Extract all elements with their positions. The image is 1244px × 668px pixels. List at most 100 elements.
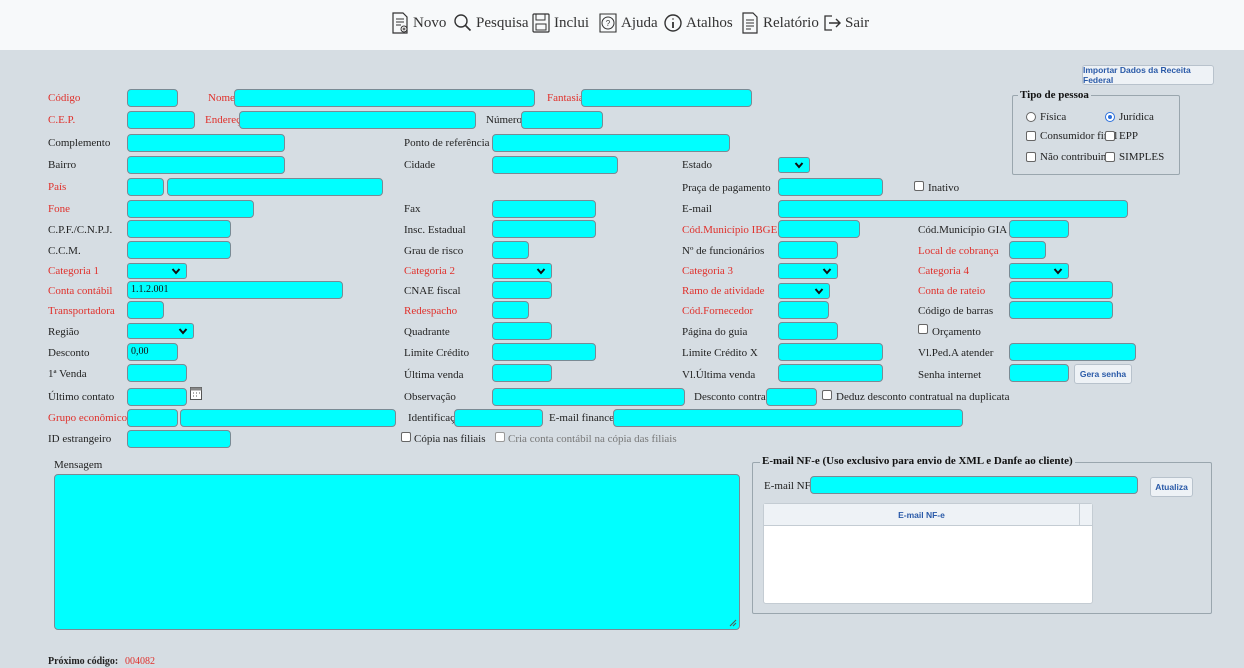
fantasia-input[interactable] — [581, 89, 752, 107]
limite-credito-x-input[interactable] — [778, 343, 883, 361]
chevron-down-icon — [1053, 268, 1063, 275]
resize-handle-icon[interactable] — [729, 619, 737, 627]
n-funcionarios-input[interactable] — [778, 241, 838, 259]
atualiza-button[interactable]: Atualiza — [1150, 477, 1193, 497]
radio-juridica[interactable] — [1105, 112, 1115, 122]
grupo-economico-code-input[interactable] — [127, 409, 178, 427]
identificacao-input[interactable] — [454, 409, 543, 427]
cidade-input[interactable] — [492, 156, 618, 174]
complemento-input[interactable] — [127, 134, 285, 152]
pagina-guia-input[interactable] — [778, 322, 838, 340]
conta-rateio-input[interactable] — [1009, 281, 1113, 299]
cep-input[interactable] — [127, 111, 195, 129]
praca-pagamento-input[interactable] — [778, 178, 883, 196]
simples-checkbox[interactable] — [1105, 152, 1115, 162]
nao-contribuinte-checkbox[interactable] — [1026, 152, 1036, 162]
consumidor-final-checkbox[interactable] — [1026, 131, 1036, 141]
desconto-contratual-input[interactable] — [766, 388, 817, 406]
fone-input[interactable] — [127, 200, 254, 218]
transportadora-input[interactable] — [127, 301, 164, 319]
pais-name-input[interactable] — [167, 178, 383, 196]
grupo-economico-label: Grupo econômico — [48, 412, 128, 424]
cria-conta-contabil-checkbox[interactable] — [495, 432, 505, 442]
fone-label: Fone — [48, 203, 70, 215]
vl-ped-atender-input[interactable] — [1009, 343, 1136, 361]
epp-checkbox[interactable] — [1105, 131, 1115, 141]
ponto-referencia-input[interactable] — [492, 134, 730, 152]
grau-risco-input[interactable] — [492, 241, 529, 259]
pesquisa-button[interactable]: Pesquisa — [453, 10, 529, 36]
inativo-checkbox[interactable] — [914, 181, 924, 191]
inclui-button[interactable]: Inclui — [531, 10, 589, 36]
copia-filiais-checkbox[interactable] — [401, 432, 411, 442]
desconto-input[interactable]: 0,00 — [127, 343, 178, 361]
categoria3-select[interactable] — [778, 263, 838, 279]
help-icon: ? — [599, 13, 617, 33]
numero-input[interactable] — [521, 111, 603, 129]
local-cobranca-input[interactable] — [1009, 241, 1046, 259]
categoria4-select[interactable] — [1009, 263, 1069, 279]
gera-senha-button[interactable]: Gera senha — [1074, 364, 1132, 384]
primeira-venda-label: 1ª Venda — [48, 368, 87, 380]
pagina-guia-label: Página do guia — [682, 326, 748, 338]
categoria2-select[interactable] — [492, 263, 552, 279]
limite-credito-input[interactable] — [492, 343, 596, 361]
email-financeiro-input[interactable] — [613, 409, 963, 427]
email-input[interactable] — [778, 200, 1128, 218]
import-receita-button[interactable]: Importar Dados da Receita Federal — [1082, 65, 1214, 85]
cod-municipio-ibge-input[interactable] — [778, 220, 860, 238]
atalhos-button[interactable]: Atalhos — [663, 10, 733, 36]
grupo-economico-name-input[interactable] — [180, 409, 396, 427]
email-nfe-column-header[interactable]: E-mail NF-e — [764, 504, 1080, 526]
categoria3-label: Categoria 3 — [682, 265, 734, 277]
chevron-down-icon — [814, 288, 824, 295]
categoria1-select[interactable] — [127, 263, 187, 279]
juridica-label: Jurídica — [1119, 111, 1154, 123]
ccm-input[interactable] — [127, 241, 231, 259]
report-icon — [742, 12, 758, 34]
ajuda-label: Ajuda — [621, 14, 658, 31]
sair-button[interactable]: Sair — [822, 10, 869, 36]
fax-label: Fax — [404, 203, 421, 215]
senha-internet-input[interactable] — [1009, 364, 1069, 382]
conta-contabil-label: Conta contábil — [48, 285, 113, 297]
novo-button[interactable]: Novo — [390, 10, 446, 36]
orcamento-checkbox[interactable] — [918, 324, 928, 334]
mensagem-textarea[interactable] — [54, 474, 740, 630]
calendar-icon[interactable] — [190, 386, 202, 400]
ultima-venda-input[interactable] — [492, 364, 552, 382]
chevron-down-icon — [178, 328, 188, 335]
ajuda-button[interactable]: ? Ajuda — [598, 10, 658, 36]
email-nfe-input[interactable] — [810, 476, 1138, 494]
ramo-atividade-select[interactable] — [778, 283, 830, 299]
deduz-desconto-checkbox[interactable] — [822, 390, 832, 400]
id-estrangeiro-input[interactable] — [127, 430, 231, 448]
fax-input[interactable] — [492, 200, 596, 218]
estado-select[interactable] — [778, 157, 810, 173]
ponto-referencia-label: Ponto de referência — [404, 137, 490, 149]
pais-code-input[interactable] — [127, 178, 164, 196]
cpf-cnpj-input[interactable] — [127, 220, 231, 238]
redespacho-input[interactable] — [492, 301, 529, 319]
quadrante-input[interactable] — [492, 322, 552, 340]
observacao-input[interactable] — [492, 388, 685, 406]
codigo-barras-input[interactable] — [1009, 301, 1113, 319]
relatorio-button[interactable]: Relatório — [740, 10, 819, 36]
primeira-venda-input[interactable] — [127, 364, 187, 382]
cod-municipio-ibge-label: Cód.Município IBGE — [682, 224, 778, 236]
regiao-select[interactable] — [127, 323, 194, 339]
grau-risco-label: Grau de risco — [404, 245, 464, 257]
cnae-fiscal-input[interactable] — [492, 281, 552, 299]
cod-municipio-gia-input[interactable] — [1009, 220, 1069, 238]
nome-input[interactable] — [234, 89, 535, 107]
ultimo-contato-input[interactable] — [127, 388, 187, 406]
vl-ultima-venda-input[interactable] — [778, 364, 883, 382]
codigo-input[interactable] — [127, 89, 178, 107]
endereco-input[interactable] — [239, 111, 476, 129]
insc-estadual-input[interactable] — [492, 220, 596, 238]
categoria1-label: Categoria 1 — [48, 265, 100, 277]
conta-contabil-input[interactable]: 1.1.2.001 — [127, 281, 343, 299]
radio-fisica[interactable] — [1026, 112, 1036, 122]
bairro-input[interactable] — [127, 156, 285, 174]
cod-fornecedor-input[interactable] — [778, 301, 829, 319]
